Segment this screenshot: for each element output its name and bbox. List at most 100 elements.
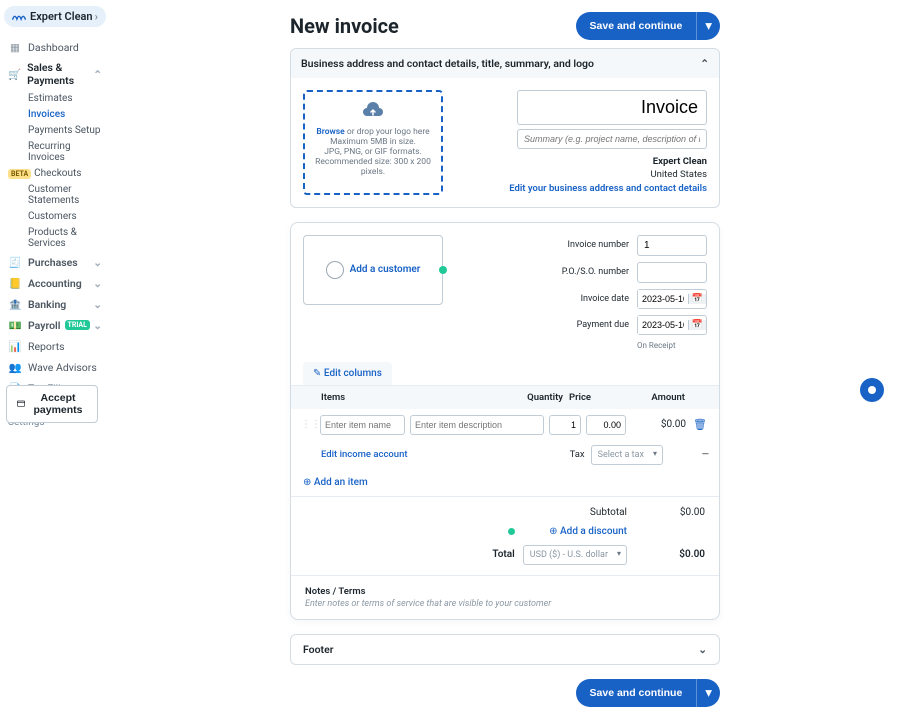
subtotal-value: $0.00 (635, 507, 705, 518)
calendar-icon[interactable]: 📅 (688, 320, 706, 330)
logo-dropzone[interactable]: Browse or drop your logo here Maximum 5M… (303, 90, 443, 195)
receipt-icon: 🧾 (8, 255, 22, 269)
item-name-input[interactable] (320, 415, 405, 435)
business-details-accordion: Business address and contact details, ti… (290, 48, 720, 208)
sales-submenu: Estimates Invoices Payments Setup Recurr… (4, 91, 106, 251)
sidebar-item-sales[interactable]: 🛒 Sales & Payments ⌃ (4, 58, 106, 90)
sidebar-item-banking[interactable]: 🏦 Banking ⌄ (4, 294, 106, 314)
add-discount-link[interactable]: ⊕ Add a discount (523, 526, 627, 537)
invoice-summary-input[interactable] (517, 129, 707, 149)
edit-business-details-link[interactable]: Edit your business address and contact d… (473, 182, 707, 195)
cloud-upload-icon (361, 102, 385, 120)
sidebar-item-invoices[interactable]: Invoices (24, 107, 106, 122)
advisors-icon: 👥 (8, 360, 22, 374)
sidebar-item-recurring-invoices[interactable]: Recurring Invoices (24, 139, 106, 165)
sidebar-item-estimates[interactable]: Estimates (24, 91, 106, 106)
customer-icon (326, 261, 344, 279)
calendar-icon[interactable]: 📅 (688, 294, 706, 304)
notes-section: Notes / Terms Enter notes or terms of se… (291, 575, 719, 619)
totals-section: Subtotal $0.00 ⊕ Add a discount Total US… (291, 496, 719, 575)
chevron-right-icon: › (95, 10, 98, 23)
org-switcher[interactable]: Expert Clean › (4, 6, 106, 27)
nav-label: Wave Advisors (28, 361, 97, 374)
save-and-continue-button[interactable]: Save and continue (576, 679, 697, 707)
save-and-continue-button[interactable]: Save and continue (576, 12, 697, 40)
chevron-up-icon: ⌃ (700, 57, 709, 70)
drag-handle-icon[interactable]: ⋮⋮ (301, 419, 315, 430)
invoice-title-input[interactable] (517, 90, 707, 125)
item-price-input[interactable] (586, 415, 626, 435)
sidebar-item-customer-statements[interactable]: Customer Statements (24, 182, 106, 208)
wave-logo-icon (12, 12, 26, 22)
sidebar-item-advisors[interactable]: 👥 Wave Advisors (4, 357, 106, 377)
on-receipt-label: On Receipt (637, 341, 707, 350)
sidebar-item-customers[interactable]: Customers (24, 209, 106, 224)
business-details-header[interactable]: Business address and contact details, ti… (291, 49, 719, 78)
chevron-up-icon: ⌃ (93, 68, 102, 81)
edit-columns-button[interactable]: ✎ Edit columns (303, 362, 392, 385)
chevron-down-icon: ▾ (705, 18, 712, 34)
sidebar-item-dashboard[interactable]: ▦ Dashboard (4, 37, 106, 57)
title-column: Expert Clean United States Edit your bus… (473, 90, 707, 195)
book-icon: 📒 (8, 276, 22, 290)
delete-item-icon[interactable]: 🗑 (691, 418, 709, 431)
item-quantity-input[interactable] (549, 415, 581, 435)
sidebar-item-products[interactable]: Products & Services (24, 225, 106, 251)
item-amount: $0.00 (631, 419, 686, 430)
dashboard-icon: ▦ (8, 40, 22, 54)
invoice-number-label: Invoice number (463, 240, 629, 250)
payment-due-input[interactable] (638, 316, 688, 334)
nav-label: Reports (28, 340, 65, 353)
add-customer-button[interactable]: Add a customer (303, 235, 443, 305)
main-content: New invoice Save and continue ▾ Business… (290, 0, 720, 707)
status-dot-icon (508, 528, 515, 535)
nav-label: Sales & Payments (27, 61, 93, 87)
chevron-down-icon: ⌄ (698, 643, 707, 656)
sidebar-item-payments-setup[interactable]: Payments Setup (24, 123, 106, 138)
accept-payments-button[interactable]: Accept payments (6, 385, 98, 423)
invoice-date-label: Invoice date (463, 294, 629, 304)
nav-label: Payroll (28, 319, 61, 332)
plus-circle-icon: ⊕ (303, 477, 311, 488)
invoice-number-input[interactable] (637, 235, 707, 256)
item-description-input[interactable] (410, 415, 544, 435)
payment-due-label: Payment due (463, 320, 629, 330)
po-number-input[interactable] (637, 262, 707, 283)
tax-amount: — (669, 449, 709, 460)
chevron-down-icon: ▾ (705, 685, 712, 701)
nav-label: Purchases (28, 256, 78, 269)
add-item-button[interactable]: ⊕ Add an item (291, 469, 719, 496)
save-button-group-bottom: Save and continue ▾ (576, 679, 720, 707)
plus-circle-icon: ⊕ (549, 526, 557, 537)
sidebar-item-accounting[interactable]: 📒 Accounting ⌄ (4, 273, 106, 293)
tax-select[interactable]: Select a tax (591, 445, 663, 465)
currency-select[interactable]: USD ($) - U.S. dollar (523, 545, 627, 565)
notes-textarea[interactable]: Enter notes or terms of service that are… (305, 599, 705, 609)
sidebar-item-checkouts[interactable]: BETA Checkouts (24, 166, 106, 181)
invoice-meta: Invoice number P.O./S.O. number Invoice … (463, 235, 707, 350)
subtotal-label: Subtotal (523, 507, 627, 518)
sidebar-item-purchases[interactable]: 🧾 Purchases ⌄ (4, 252, 106, 272)
invoice-date-input[interactable] (638, 290, 688, 308)
sidebar-item-payroll[interactable]: 💵 Payroll TRIAL ⌄ (4, 315, 106, 335)
col-quantity: Quantity (513, 392, 563, 403)
chevron-down-icon: ⌄ (93, 277, 102, 290)
nav-label: Accounting (28, 277, 82, 290)
item-sub-row: Edit income account Tax Select a tax — (291, 441, 719, 469)
notes-header: Notes / Terms (305, 586, 705, 597)
sidebar: Expert Clean › ▦ Dashboard 🛒 Sales & Pay… (0, 0, 110, 662)
col-price: Price (569, 392, 619, 403)
footer-accordion[interactable]: Footer ⌄ (290, 634, 720, 665)
chevron-down-icon: ⌄ (93, 256, 102, 269)
chat-widget-button[interactable] (860, 378, 884, 402)
chevron-down-icon: ⌄ (93, 319, 102, 332)
sidebar-item-reports[interactable]: 📊 Reports (4, 336, 106, 356)
chevron-down-icon: ⌄ (93, 298, 102, 311)
po-number-label: P.O./S.O. number (463, 267, 629, 277)
reports-icon: 📊 (8, 339, 22, 353)
col-items: Items (321, 392, 507, 403)
save-dropdown-button[interactable]: ▾ (696, 679, 720, 707)
save-dropdown-button[interactable]: ▾ (696, 12, 720, 40)
edit-income-account-link[interactable]: Edit income account (321, 449, 408, 460)
col-amount: Amount (625, 392, 685, 403)
